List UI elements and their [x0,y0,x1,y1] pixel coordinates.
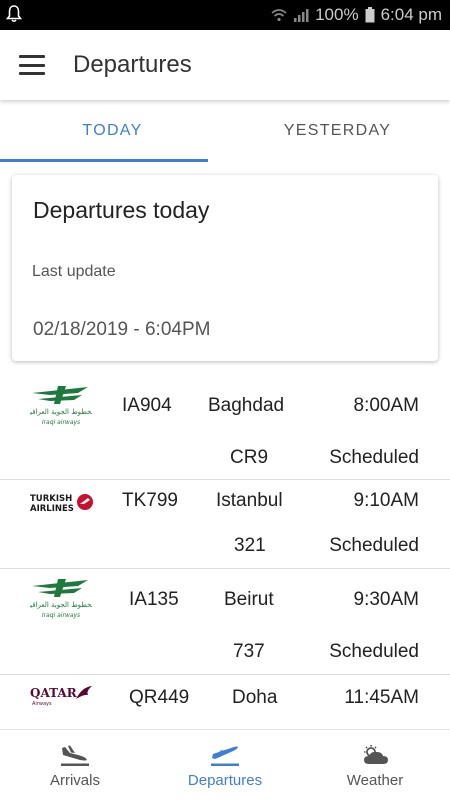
aircraft-type: 737 [233,641,265,662]
summary-card: Departures today Last update 02/18/2019 … [12,175,438,361]
aircraft-type: 321 [234,535,266,556]
turkish-logo-line1: TURKISH [30,494,72,504]
iraqi-logo-english: Iraqi airways [42,612,80,619]
weather-cloud-icon [364,745,388,764]
turkish-airlines-logo: TURKISH AIRLINES [30,492,94,519]
tab-bar: TODAY YESTERDAY [0,100,450,162]
iraqi-logo-arabic: الخطوط الجوية العراقية [30,408,92,416]
iraqi-airways-logo: الخطوط الجوية العراقية Iraqi airways [26,384,96,433]
last-update-label: Last update [32,263,116,280]
iraqi-airways-logo: الخطوط الجوية العراقية Iraqi airways [26,577,96,626]
plane-takeoff-icon [211,746,239,766]
flight-status: Scheduled [329,641,419,662]
tab-today[interactable]: TODAY [0,100,225,162]
flight-number: IA904 [122,395,172,416]
page-title: Departures [73,51,192,78]
menu-icon[interactable] [19,55,45,75]
flight-row[interactable]: الخطوط الجوية العراقية Iraqi airways IA1… [0,569,450,675]
flight-number: TK799 [122,490,178,511]
nav-weather[interactable]: Weather [300,730,450,800]
nav-arrivals-label: Arrivals [49,772,100,789]
turkish-logo-line2: AIRLINES [30,504,74,514]
iraqi-logo-english: Iraqi airways [42,419,80,426]
departure-time: 9:30AM [353,589,419,610]
iraqi-logo-arabic: الخطوط الجوية العراقية [30,601,92,609]
departure-time: 9:10AM [353,490,419,511]
nav-departures-label: Departures [187,772,263,789]
tab-indicator [0,159,208,162]
flight-status: Scheduled [329,535,419,556]
nav-weather-label: Weather [346,772,404,789]
flight-row[interactable]: الخطوط الجوية العراقية Iraqi airways IA9… [0,374,450,480]
status-bar: 100% 6:04 pm [0,0,450,30]
signal-icon [294,9,309,22]
flight-list: الخطوط الجوية العراقية Iraqi airways IA9… [0,374,450,729]
battery-icon [365,7,375,23]
departure-time: 11:45AM [344,687,419,708]
card-title: Departures today [33,197,210,223]
destination: Beirut [224,589,274,610]
destination: Istanbul [216,490,283,511]
nav-arrivals[interactable]: Arrivals [0,730,150,800]
flight-number: IA135 [129,589,179,610]
departure-time: 8:00AM [353,395,419,416]
qatar-airways-logo: QATAR Airways [30,685,94,712]
qatar-logo-name: QATAR [30,686,78,700]
destination: Doha [232,687,278,708]
aircraft-type: CR9 [230,447,269,468]
last-update-value: 02/18/2019 - 6:04PM [33,319,211,340]
notification-bell-icon [6,5,22,23]
plane-landing-icon [61,745,89,766]
clock: 6:04 pm [380,5,442,24]
destination: Baghdad [208,395,285,416]
flight-row[interactable]: QATAR Airways QR449 Doha 11:45AM [0,675,450,729]
flight-row[interactable]: TURKISH AIRLINES TK799 Istanbul 9:10AM 3… [0,480,450,569]
nav-departures[interactable]: Departures [150,730,300,800]
tab-yesterday[interactable]: YESTERDAY [225,100,450,162]
battery-percent: 100% [315,5,359,24]
flight-number: QR449 [129,687,190,708]
app-bar: Departures [0,30,450,100]
qatar-logo-sub: Airways [32,701,52,707]
bottom-navigation: Arrivals Departures Weather [0,729,450,800]
flight-status: Scheduled [329,447,419,468]
wifi-icon [271,9,287,22]
